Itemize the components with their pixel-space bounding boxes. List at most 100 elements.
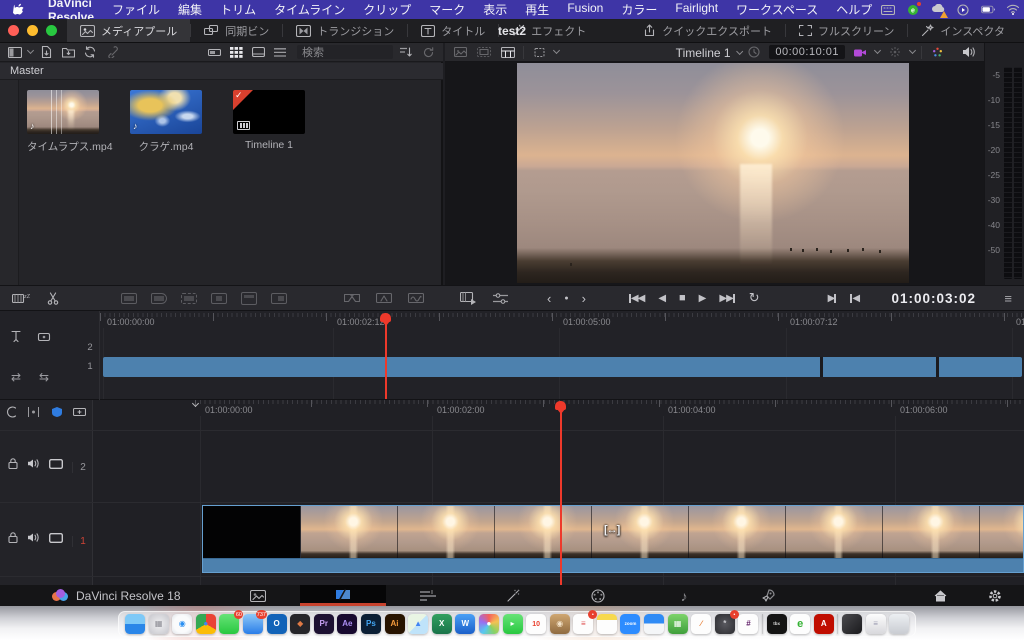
- reminders[interactable]: ≡ •: [573, 614, 593, 634]
- clip-black-segment[interactable]: [203, 506, 301, 558]
- overview-track-2-number[interactable]: 2: [84, 342, 96, 353]
- next-edit-button[interactable]: ▶: [828, 292, 837, 304]
- facetime[interactable]: ▸: [503, 614, 523, 634]
- menu-item[interactable]: ワークスペース: [727, 1, 827, 18]
- import-media-icon[interactable]: [37, 44, 55, 61]
- enable-video-track-icon[interactable]: [49, 459, 63, 469]
- add-track-icon[interactable]: [70, 403, 88, 420]
- menu-item[interactable]: Fusion: [558, 1, 612, 18]
- window-zoom-button[interactable]: [46, 25, 57, 36]
- media-clip-card[interactable]: ♪ タイムラプス.mp4: [27, 90, 99, 154]
- enable-video-track-icon[interactable]: [49, 533, 63, 543]
- retime-curve-icon[interactable]: [2, 403, 20, 420]
- dissolve-transition-icon[interactable]: [343, 290, 361, 307]
- clip-thumbnail[interactable]: ✓: [233, 90, 305, 134]
- slack[interactable]: #: [738, 614, 758, 634]
- transform-tools-icon[interactable]: [530, 44, 548, 61]
- page-fusion-button[interactable]: [495, 585, 531, 606]
- source-clip-mode-icon[interactable]: [451, 44, 469, 61]
- close-up-icon[interactable]: [210, 290, 228, 307]
- clip-thumbnail[interactable]: ♪: [130, 90, 202, 134]
- edit-point[interactable]: [936, 357, 939, 377]
- timeline-clip[interactable]: [202, 505, 1024, 573]
- menu-item[interactable]: マーク: [420, 1, 474, 18]
- menu-item[interactable]: 再生: [516, 1, 558, 18]
- camera-lock-icon[interactable]: [851, 44, 869, 61]
- menu-item[interactable]: 編集: [169, 1, 211, 18]
- play-status-icon[interactable]: [956, 3, 970, 16]
- menu-item[interactable]: カラー: [612, 1, 666, 18]
- menu-item[interactable]: ファイル: [103, 1, 169, 18]
- import-folder-icon[interactable]: [59, 44, 77, 61]
- smart-insert-icon[interactable]: [120, 290, 138, 307]
- camera-chevron-icon[interactable]: [874, 47, 881, 54]
- swap-clips-icon[interactable]: ⇄: [4, 365, 28, 389]
- menu-item[interactable]: タイムライン: [265, 1, 354, 18]
- mail[interactable]: 737: [243, 614, 263, 634]
- premiere-pro[interactable]: Pr: [314, 614, 334, 634]
- snapping-icon[interactable]: [24, 403, 42, 420]
- contacts[interactable]: ◉: [550, 614, 570, 634]
- timeline-selector-chevron-icon[interactable]: [737, 47, 744, 54]
- photoshop[interactable]: Ps: [361, 614, 381, 634]
- refresh-icon[interactable]: [419, 44, 437, 61]
- timeline-zoom-snap-icon[interactable]: zZ: [12, 290, 30, 307]
- stop-button[interactable]: ■: [679, 292, 685, 304]
- illustrator[interactable]: Ai: [385, 614, 405, 634]
- previous-edit-button[interactable]: ◀: [850, 292, 859, 304]
- effects-wave-icon[interactable]: [407, 290, 425, 307]
- transitions-button[interactable]: トランジション: [283, 19, 407, 42]
- menu-item[interactable]: ヘルプ: [827, 1, 881, 18]
- chrome[interactable]: ●: [196, 614, 216, 634]
- list-view-icon[interactable]: [271, 44, 289, 61]
- mute-track-icon[interactable]: [27, 532, 40, 543]
- ripple-overwrite-icon[interactable]: [180, 290, 198, 307]
- edit-point[interactable]: [820, 357, 823, 377]
- transform-chevron-icon[interactable]: [553, 47, 560, 54]
- notes[interactable]: [597, 614, 617, 634]
- stabilize-icon[interactable]: [886, 44, 904, 61]
- overview-track-1-number[interactable]: 1: [84, 361, 96, 372]
- tourbox[interactable]: tbx: [767, 614, 787, 634]
- stacked-documents[interactable]: ≡: [866, 614, 886, 634]
- trash[interactable]: [889, 614, 909, 634]
- system-settings[interactable]: * •: [715, 614, 735, 634]
- home-button[interactable]: [922, 585, 958, 606]
- page-cut-button-active[interactable]: [300, 585, 386, 606]
- append-clip-icon[interactable]: [150, 290, 168, 307]
- titles-button[interactable]: タイトル: [408, 19, 498, 42]
- play-button[interactable]: ▶: [699, 293, 706, 304]
- overview-clip-bar[interactable]: [103, 357, 1022, 377]
- track-2-number[interactable]: 2: [72, 462, 93, 473]
- finder[interactable]: [125, 614, 145, 634]
- outlook[interactable]: O: [267, 614, 287, 634]
- clip-thumbnail[interactable]: ♪: [27, 90, 99, 134]
- timeline-clip-card[interactable]: ✓ Timeline 1: [233, 90, 305, 151]
- inspector-button[interactable]: インスペクタ: [908, 19, 1018, 42]
- numbers[interactable]: ▦: [668, 614, 688, 634]
- menu-item[interactable]: クリップ: [354, 1, 420, 18]
- sync-warning-icon[interactable]: [931, 3, 945, 16]
- source-overwrite-icon[interactable]: [270, 290, 288, 307]
- media-clip-card[interactable]: ♪ クラゲ.mp4: [130, 90, 202, 154]
- panel-chevron-icon[interactable]: [27, 47, 34, 54]
- messages[interactable]: 60: [219, 614, 239, 634]
- zoom[interactable]: zoom: [620, 614, 640, 634]
- mute-speaker-icon[interactable]: [960, 44, 978, 61]
- panel-layout-icon[interactable]: [6, 44, 24, 61]
- battery-icon[interactable]: [981, 3, 995, 16]
- bin-list-strip[interactable]: [0, 80, 19, 285]
- go-to-last-frame-button[interactable]: ▶▶: [719, 292, 734, 304]
- page-media-button[interactable]: [240, 585, 276, 606]
- dock-separator[interactable]: [762, 614, 763, 634]
- source-tape-mode-icon[interactable]: [475, 44, 493, 61]
- dock-separator[interactable]: [837, 614, 838, 634]
- menu-item[interactable]: 表示: [474, 1, 516, 18]
- fullscreen-button[interactable]: フルスクリーン: [786, 19, 907, 42]
- search-input[interactable]: 検索: [297, 45, 393, 59]
- jog-back-icon[interactable]: ‹: [547, 291, 550, 306]
- page-edit-button[interactable]: [410, 585, 446, 606]
- wifi-icon[interactable]: [1006, 3, 1020, 16]
- launchpad[interactable]: ▦: [149, 614, 169, 634]
- detail-playhead[interactable]: [555, 401, 566, 585]
